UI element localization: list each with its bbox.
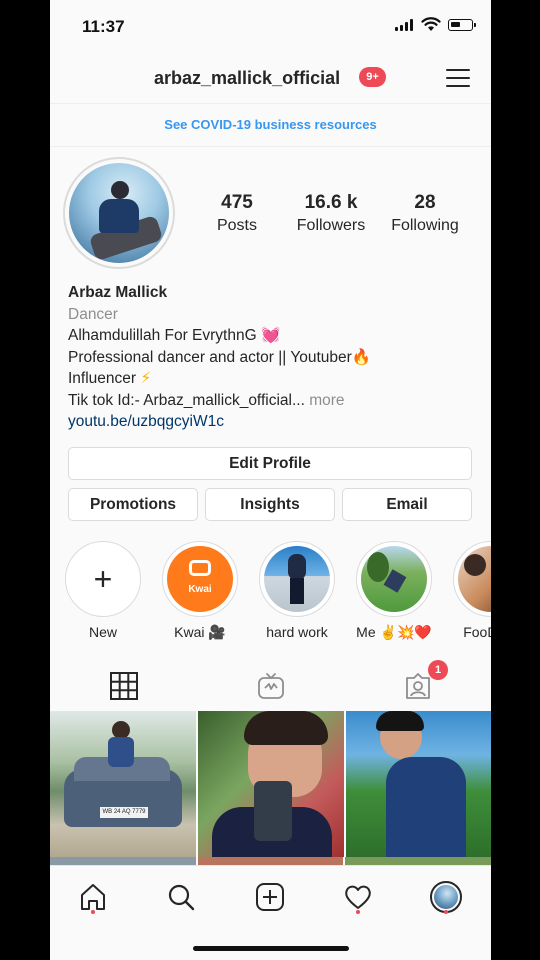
profile-avatar[interactable] xyxy=(63,157,175,269)
followers-label: Followers xyxy=(296,217,366,234)
highlight-label: hard work xyxy=(266,624,328,640)
wifi-icon xyxy=(421,17,441,31)
posts-label: Posts xyxy=(216,217,257,234)
profile-bio: Arbaz Mallick Dancer Alhamdulillah For E… xyxy=(68,282,478,433)
home-indicator xyxy=(193,946,349,951)
highlight-label: New xyxy=(88,624,117,640)
bio-website-link[interactable]: youtu.be/uzbqgcyiW1c xyxy=(68,411,478,433)
post-thumbnail[interactable] xyxy=(198,711,344,857)
post-thumbnail[interactable]: WB 24 AQ 7779 xyxy=(50,711,196,857)
search-icon xyxy=(168,884,195,911)
activity-heart-icon xyxy=(345,885,371,909)
home-icon xyxy=(81,884,105,910)
category-label: Dancer xyxy=(68,305,118,323)
bio-line-3: Influencer ⚡ xyxy=(68,370,152,387)
post-thumbnail[interactable] xyxy=(346,711,491,857)
highlight-thumbnail xyxy=(361,546,427,612)
email-button[interactable]: Email xyxy=(342,488,472,521)
header-username[interactable]: arbaz_mallick_official xyxy=(154,68,340,89)
highlight-label: FooD 🍔 xyxy=(463,624,491,640)
add-post-icon xyxy=(256,883,284,911)
highlight-thumbnail xyxy=(264,546,330,612)
lightning-emoji: ⚡ xyxy=(140,370,152,387)
highlight-label: Kwai 🎥 xyxy=(174,624,226,640)
highlight-food[interactable]: FooD 🍔 xyxy=(453,541,491,641)
fire-emoji: 🔥 xyxy=(351,348,372,366)
followers-count: 16.6 k xyxy=(304,192,358,213)
edit-profile-button[interactable]: Edit Profile xyxy=(68,447,472,480)
highlight-me[interactable]: Me ✌️💥❤️ xyxy=(356,541,432,641)
following-label: Following xyxy=(391,217,459,234)
promotions-button[interactable]: Promotions xyxy=(68,488,198,521)
covid-resources-link[interactable]: See COVID-19 business resources xyxy=(50,117,491,132)
following-stat[interactable]: 28 Following xyxy=(375,192,475,235)
display-name: Arbaz Mallick xyxy=(68,284,168,301)
plus-icon: + xyxy=(93,561,113,597)
nav-activity[interactable] xyxy=(341,880,375,914)
status-time: 11:37 xyxy=(82,17,125,36)
tagged-badge: 1 xyxy=(428,660,448,680)
instagram-profile-screen: 11:37 arbaz_mallick_official 9+ See COVI… xyxy=(50,0,491,960)
posts-stat[interactable]: 475 Posts xyxy=(187,192,287,235)
tagged-icon xyxy=(405,673,430,699)
heart-emoji: 💓 xyxy=(260,327,281,344)
highlight-thumbnail xyxy=(458,546,491,612)
highlight-label: Me ✌️💥❤️ xyxy=(356,624,432,640)
nav-home[interactable] xyxy=(76,880,110,914)
bio-line-2: Professional dancer and actor || Youtube… xyxy=(68,348,372,366)
highlight-new[interactable]: + New xyxy=(65,541,141,640)
followers-stat[interactable]: 16.6 k Followers xyxy=(281,192,381,235)
igtv-icon xyxy=(257,673,284,699)
nav-profile[interactable] xyxy=(429,880,463,914)
hamburger-menu-icon[interactable] xyxy=(446,67,470,89)
nav-search[interactable] xyxy=(164,880,198,914)
highlight-hard-work[interactable]: hard work xyxy=(259,541,335,640)
highlight-kwai[interactable]: Kwai Kwai 🎥 xyxy=(162,541,238,641)
following-count: 28 xyxy=(414,192,436,213)
profile-header: arbaz_mallick_official 9+ xyxy=(50,52,491,104)
nav-new-post[interactable] xyxy=(253,880,287,914)
post-row-preview xyxy=(50,857,491,865)
cellular-signal-icon xyxy=(395,19,413,31)
grid-icon xyxy=(109,672,138,700)
posts-count: 475 xyxy=(221,192,253,213)
tab-tagged[interactable] xyxy=(344,664,491,708)
license-plate: WB 24 AQ 7779 xyxy=(100,807,148,818)
divider xyxy=(50,146,491,147)
battery-icon xyxy=(448,19,476,31)
kwai-logo: Kwai xyxy=(167,546,233,612)
bio-line-1: Alhamdulillah For EvrythnG 💓 xyxy=(68,327,281,344)
tab-grid[interactable] xyxy=(50,664,197,708)
insights-button[interactable]: Insights xyxy=(205,488,335,521)
notification-badge: 9+ xyxy=(359,67,386,87)
bio-more-link[interactable]: more xyxy=(309,392,344,409)
status-bar: 11:37 xyxy=(50,0,491,52)
profile-avatar-small xyxy=(430,881,462,913)
bio-line-4: Tik tok Id:- Arbaz_mallick_official... m… xyxy=(68,391,345,409)
bottom-navigation xyxy=(50,865,491,960)
tab-igtv[interactable] xyxy=(197,664,344,708)
